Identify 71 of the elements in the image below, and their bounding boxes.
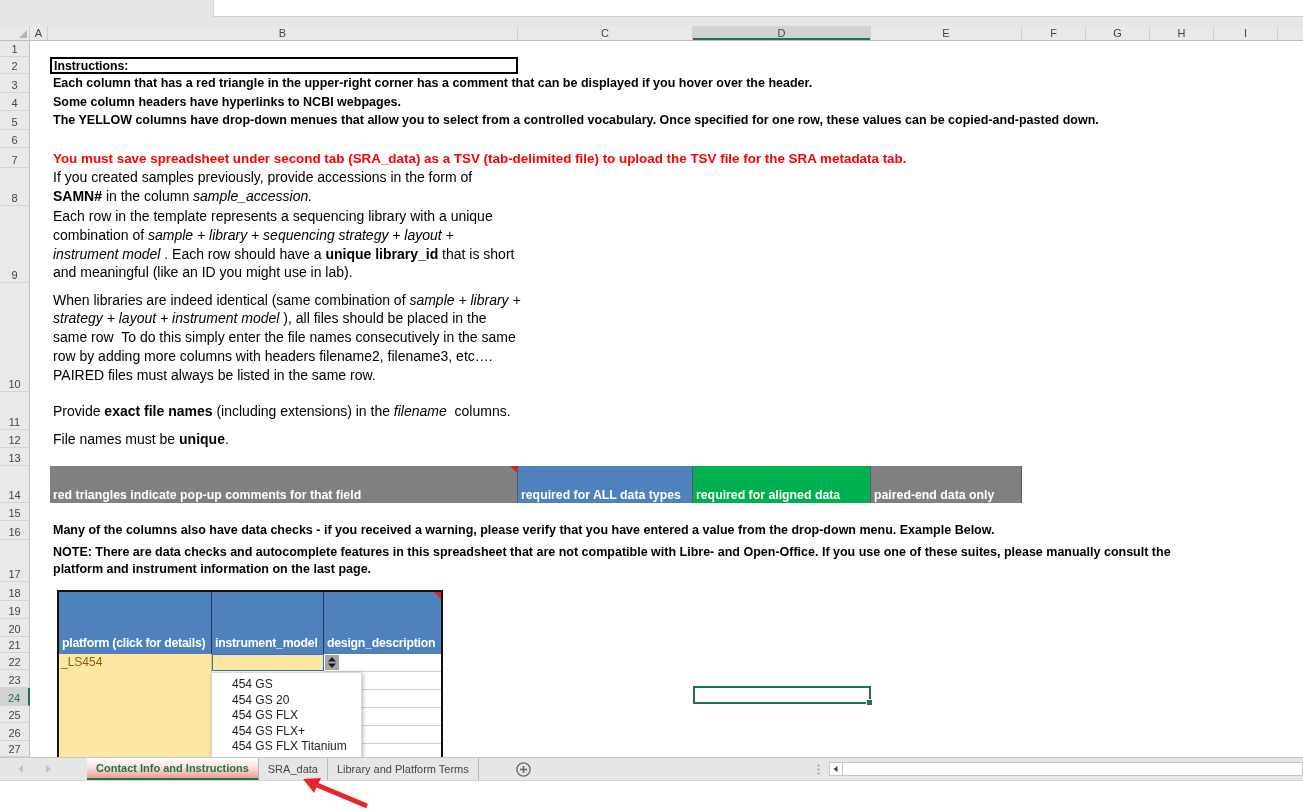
sheet-tab[interactable]: Library and Platform Terms bbox=[327, 758, 479, 780]
row-header[interactable]: 21 bbox=[0, 637, 30, 653]
row-header[interactable]: 13 bbox=[0, 448, 30, 466]
warning-text: You must save spreadsheet under second tab (SRA_data) as a TSV (tab-delimited file) to upload the TSV file for the SRA metadata tab. bbox=[52, 149, 908, 167]
row-header[interactable]: 25 bbox=[0, 706, 30, 723]
row-header[interactable]: 12 bbox=[0, 430, 30, 448]
column-header[interactable]: B bbox=[48, 26, 518, 40]
row-header[interactable]: 19 bbox=[0, 601, 30, 619]
row-header[interactable]: 7 bbox=[0, 148, 30, 168]
column-header[interactable]: I bbox=[1214, 26, 1278, 40]
dropdown-item: 454 GS FLX Titanium bbox=[232, 739, 348, 755]
formula-field[interactable] bbox=[213, 0, 1303, 17]
instructions-title: Instructions: bbox=[50, 57, 518, 74]
legend-label: required for aligned data bbox=[696, 488, 841, 502]
table-cell: _LS454 bbox=[59, 654, 212, 757]
row-header[interactable]: 9 bbox=[0, 206, 30, 283]
row-header[interactable]: 1 bbox=[0, 41, 30, 57]
row-header[interactable]: 24 bbox=[0, 688, 30, 706]
dropdown-item: 454 GS bbox=[232, 677, 274, 693]
select-all-icon[interactable] bbox=[19, 30, 27, 38]
legend-label: red triangles indicate pop-up comments for that field bbox=[53, 488, 362, 502]
instruction-text: The YELLOW columns have drop-down menues that allow you to select from a controlled vocabulary. Once specified for one row, these values can be copied-and-pasted down. bbox=[52, 112, 1100, 129]
horizontal-scrollbar[interactable] bbox=[829, 762, 1303, 776]
header-label: platform (click for details) bbox=[62, 636, 206, 650]
row-header[interactable]: 3 bbox=[0, 74, 30, 93]
legend-label: paired-end data only bbox=[874, 488, 995, 502]
column-header[interactable]: F bbox=[1022, 26, 1086, 40]
legend-label: required for ALL data types bbox=[521, 488, 681, 502]
column-header[interactable]: A bbox=[30, 26, 48, 40]
caret-right-icon[interactable] bbox=[46, 765, 51, 773]
row-header[interactable]: 23 bbox=[0, 670, 30, 688]
selected-cell[interactable] bbox=[693, 686, 871, 704]
instruction-paragraph: File names must be unique. bbox=[52, 429, 230, 449]
header-label: instrument_model bbox=[215, 636, 318, 650]
instruction-text: NOTE: There are data checks and autocomplete features in this spreadsheet that are not compatible with Libre- and Open-Office. If you use one of these suites, please manually consult the platform and instrument information on the last page. bbox=[52, 544, 1172, 578]
column-header[interactable]: H bbox=[1150, 26, 1214, 40]
dropdown-item: 454 GS FLX bbox=[232, 708, 300, 724]
instruction-paragraph: When libraries are indeed identical (same combination of sample + library + strategy + layout + instrument model ), all files should be placed in the same row To do this simply enter the file names consecutively in the same row by adding more columns with headers filename2, filename3, etc…. PAIRED files must always be listed in the same row. bbox=[52, 290, 521, 385]
sheet-tab[interactable]: Contact Info and Instructions bbox=[87, 758, 259, 780]
row-header[interactable]: 27 bbox=[0, 741, 30, 757]
dropdown-item: 454 GS FLX+ bbox=[232, 723, 307, 740]
row-header[interactable]: 16 bbox=[0, 521, 30, 540]
instruction-text: Many of the columns also have data checks - if you received a warning, please verify that you have entered a value from the drop-down menu. Example Below. bbox=[52, 522, 996, 539]
row-header[interactable]: 14 bbox=[0, 466, 30, 503]
instruction-paragraph: If you created samples previously, provide accessions in the form of SAMN# in the column sample_accession. bbox=[52, 168, 474, 206]
row-header[interactable]: 11 bbox=[0, 392, 30, 430]
row-header[interactable]: 6 bbox=[0, 130, 30, 148]
column-header[interactable]: E bbox=[871, 26, 1022, 40]
plus-circle-icon[interactable] bbox=[515, 761, 531, 777]
row-header[interactable]: 18 bbox=[0, 582, 30, 601]
instruction-paragraph: Each row in the template represents a sequencing library with a unique combination of sample + library + sequencing strategy + layout + instrument model . Each row should have a unique library_id that is short and meaningful (like an ID you might use in lab). bbox=[52, 207, 516, 282]
spinner-icon bbox=[325, 655, 339, 670]
row-header[interactable]: 17 bbox=[0, 540, 30, 582]
row-header[interactable]: 4 bbox=[0, 93, 30, 111]
row-header[interactable]: 22 bbox=[0, 653, 30, 670]
row-header[interactable]: 10 bbox=[0, 283, 30, 392]
row-header[interactable]: 8 bbox=[0, 168, 30, 206]
row-header[interactable]: 20 bbox=[0, 619, 30, 637]
fill-handle-icon[interactable] bbox=[866, 699, 873, 706]
instruction-text: Each column that has a red triangle in the upper-right corner has a comment that can be displayed if you hover over the header. bbox=[52, 75, 814, 92]
column-header[interactable]: D bbox=[693, 26, 871, 40]
row-header[interactable]: 15 bbox=[0, 503, 30, 521]
dropdown-item: 454 GS 20 bbox=[232, 692, 291, 709]
row-header[interactable]: 26 bbox=[0, 723, 30, 741]
row-header[interactable]: 5 bbox=[0, 111, 30, 130]
instruction-paragraph: Provide exact file names (including extensions) in the filename columns. bbox=[52, 401, 512, 421]
splitter-icon[interactable] bbox=[817, 763, 820, 775]
row-header[interactable]: 2 bbox=[0, 57, 30, 74]
column-header[interactable]: G bbox=[1086, 26, 1150, 40]
instruction-text: Some column headers have hyperlinks to NCBI webpages. bbox=[52, 93, 403, 111]
header-label: design_description bbox=[327, 636, 436, 650]
